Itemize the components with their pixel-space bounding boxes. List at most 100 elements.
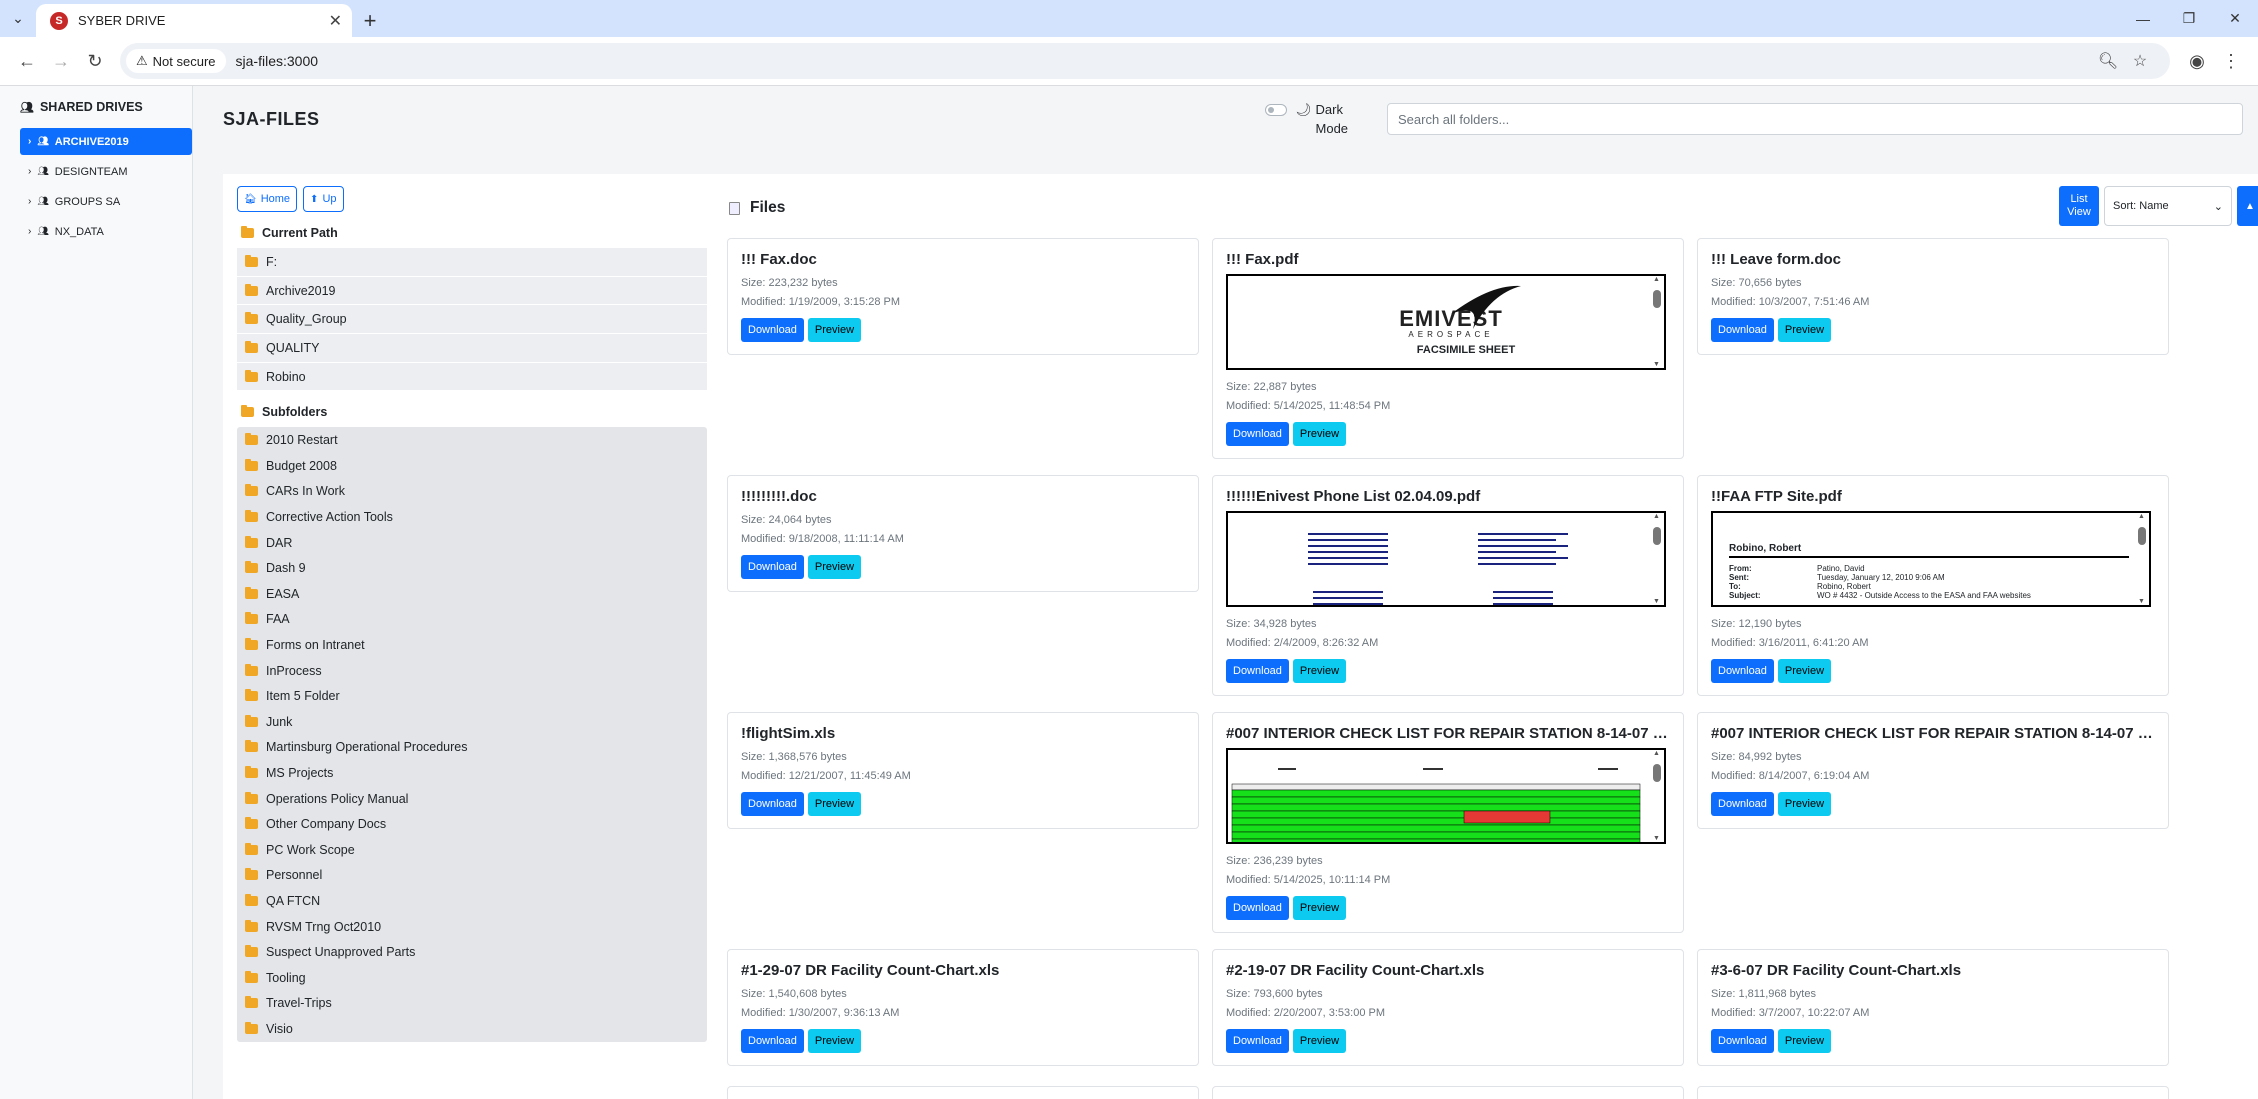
not-secure-badge[interactable]: ⚠ Not secure bbox=[126, 49, 226, 73]
preview-button[interactable]: Preview bbox=[1292, 1029, 1347, 1053]
file-card[interactable]: !!!!!!Enivest Phone List 02.04.09.pdf Siz… bbox=[1212, 475, 1684, 696]
chevron-right-icon[interactable]: › bbox=[28, 136, 31, 147]
file-card[interactable]: #007 INTERIOR CHECK LIST FOR REPAIR STAT… bbox=[1697, 712, 2169, 829]
preview-scroll-thumb[interactable] bbox=[1653, 764, 1661, 782]
sort-select[interactable]: Sort: Name ⌄ bbox=[2104, 186, 2232, 226]
download-button[interactable]: Download bbox=[1226, 896, 1289, 920]
file-name[interactable]: !!FAA FTP Site.pdf bbox=[1711, 488, 2155, 505]
subfolder-item[interactable]: Dash 9 bbox=[237, 555, 707, 581]
list-view-button[interactable]: List View bbox=[2059, 186, 2099, 226]
profile-icon[interactable]: ◉ bbox=[2180, 44, 2214, 78]
chevron-right-icon[interactable]: › bbox=[28, 226, 31, 237]
file-name[interactable]: !!!!!!Enivest Phone List 02.04.09.pdf bbox=[1226, 488, 1670, 505]
chevron-right-icon[interactable]: › bbox=[28, 166, 31, 177]
subfolder-item[interactable]: InProcess bbox=[237, 658, 707, 684]
download-button[interactable]: Download bbox=[741, 792, 804, 816]
preview-button[interactable]: Preview bbox=[807, 1029, 862, 1053]
sidebar-item-groups-sa[interactable]: › 👥︎ GROUPS SA bbox=[20, 188, 192, 215]
preview-button[interactable]: Preview bbox=[1777, 792, 1832, 816]
download-button[interactable]: Download bbox=[741, 318, 804, 342]
preview-scroll-thumb[interactable] bbox=[2138, 527, 2146, 545]
file-card[interactable]: !!! Fax.doc Size: 223,232 bytes Modified: … bbox=[727, 238, 1199, 355]
file-name[interactable]: #3-6-07 DR Facility Count-Chart.xls bbox=[1711, 962, 2155, 979]
path-item[interactable]: F: bbox=[237, 248, 707, 277]
home-button[interactable]: 🏠︎ Home bbox=[237, 186, 298, 212]
subfolder-item[interactable]: QA FTCN bbox=[237, 888, 707, 914]
file-name[interactable]: !!!!!!!!!.doc bbox=[741, 488, 1185, 505]
path-item[interactable]: QUALITY bbox=[237, 334, 707, 363]
download-button[interactable]: Download bbox=[741, 1029, 804, 1053]
preview-scroll-thumb[interactable] bbox=[1653, 290, 1661, 308]
subfolder-item[interactable]: Martinsburg Operational Procedures bbox=[237, 735, 707, 761]
file-card[interactable]: !!! Fax.pdf EMIVEST AEROSPACE FACSIMILE SHE… bbox=[1212, 238, 1684, 459]
minimize-icon[interactable]: — bbox=[2120, 0, 2166, 37]
dark-mode-switch[interactable] bbox=[1265, 104, 1287, 116]
search-input[interactable]: Search all folders... bbox=[1387, 103, 2243, 135]
subfolder-item[interactable]: Personnel bbox=[237, 863, 707, 889]
browser-tab[interactable]: S SYBER DRIVE ✕ bbox=[36, 4, 352, 37]
subfolder-item[interactable]: Budget 2008 bbox=[237, 453, 707, 479]
sidebar-item-archive2019[interactable]: › 👥︎ ARCHIVE2019 bbox=[20, 128, 192, 155]
sidebar-item-designteam[interactable]: › 👥︎ DESIGNTEAM bbox=[20, 158, 192, 185]
subfolder-item[interactable]: PC Work Scope bbox=[237, 837, 707, 863]
file-name[interactable]: #007 INTERIOR CHECK LIST FOR REPAIR STAT… bbox=[1711, 725, 2155, 742]
file-card[interactable]: !!FAA FTP Site.pdf Robino, Robert From: Pat… bbox=[1697, 475, 2169, 696]
file-preview[interactable]: EMIVEST AEROSPACE FACSIMILE SHEET bbox=[1226, 274, 1666, 370]
download-button[interactable]: Download bbox=[1226, 1029, 1289, 1053]
download-button[interactable]: Download bbox=[1226, 659, 1289, 683]
download-button[interactable]: Download bbox=[741, 555, 804, 579]
file-card[interactable]: #2-19-07 DR Facility Count-Chart.xls Size… bbox=[1212, 949, 1684, 1066]
subfolder-item[interactable]: EASA bbox=[237, 581, 707, 607]
dark-mode-toggle[interactable]: 🌙︎ Dark Mode bbox=[1265, 100, 1387, 138]
sidebar-item-nx-data[interactable]: › 👥︎ NX_DATA bbox=[20, 218, 192, 245]
subfolder-item[interactable]: Corrective Action Tools bbox=[237, 504, 707, 530]
file-preview[interactable] bbox=[1226, 748, 1666, 844]
subfolder-item[interactable]: RVSM Trng Oct2010 bbox=[237, 914, 707, 940]
file-card[interactable]: #4-3-07 DR Facility Count-Chart.xls bbox=[727, 1086, 1199, 1099]
preview-scrollbar[interactable] bbox=[1650, 750, 1664, 842]
preview-button[interactable]: Preview bbox=[807, 555, 862, 579]
file-name[interactable]: !!! Leave form.doc bbox=[1711, 251, 2155, 268]
download-button[interactable]: Download bbox=[1711, 1029, 1774, 1053]
subfolder-item[interactable]: Item 5 Folder bbox=[237, 683, 707, 709]
preview-scrollbar[interactable] bbox=[1650, 513, 1664, 605]
subfolder-item[interactable]: MS Projects bbox=[237, 760, 707, 786]
window-close-icon[interactable]: ✕ bbox=[2212, 0, 2258, 37]
file-card[interactable]: #1-29-07 DR Facility Count-Chart.xls Size… bbox=[727, 949, 1199, 1066]
file-name[interactable]: #2-19-07 DR Facility Count-Chart.xls bbox=[1226, 962, 1670, 979]
tab-close-icon[interactable]: ✕ bbox=[329, 11, 342, 31]
preview-button[interactable]: Preview bbox=[1292, 659, 1347, 683]
preview-button[interactable]: Preview bbox=[1777, 1029, 1832, 1053]
download-button[interactable]: Download bbox=[1226, 422, 1289, 446]
download-button[interactable]: Download bbox=[1711, 318, 1774, 342]
subfolder-item[interactable]: Forms on Intranet bbox=[237, 632, 707, 658]
file-name[interactable]: !!! Fax.pdf bbox=[1226, 251, 1670, 268]
subfolder-item[interactable]: Operations Policy Manual bbox=[237, 786, 707, 812]
path-item[interactable]: Robino bbox=[237, 362, 707, 392]
forward-icon[interactable]: → bbox=[44, 44, 78, 78]
up-button[interactable]: ⬆ Up bbox=[303, 186, 344, 212]
preview-button[interactable]: Preview bbox=[807, 792, 862, 816]
subfolder-item[interactable]: FAA bbox=[237, 607, 707, 633]
subfolder-item[interactable]: Suspect Unapproved Parts bbox=[237, 939, 707, 965]
file-card[interactable]: !flightSim.xls Size: 1,368,576 bytes Modif… bbox=[727, 712, 1199, 829]
subfolder-item[interactable]: CARs In Work bbox=[237, 479, 707, 505]
download-button[interactable]: Download bbox=[1711, 659, 1774, 683]
file-card[interactable]: !!!!!!!!!.doc Size: 24,064 bytes Modified:… bbox=[727, 475, 1199, 592]
preview-button[interactable]: Preview bbox=[807, 318, 862, 342]
sort-direction-button[interactable]: ▲ bbox=[2237, 186, 2258, 226]
preview-button[interactable]: Preview bbox=[1292, 422, 1347, 446]
subfolder-item[interactable]: Tooling bbox=[237, 965, 707, 991]
subfolder-item[interactable]: DAR bbox=[237, 530, 707, 556]
preview-scroll-thumb[interactable] bbox=[1653, 527, 1661, 545]
file-preview[interactable]: Robino, Robert From: Patino, David Sent: Tue… bbox=[1711, 511, 2151, 607]
file-name[interactable]: !!! Fax.doc bbox=[741, 251, 1185, 268]
path-item[interactable]: Quality_Group bbox=[237, 305, 707, 335]
chevron-right-icon[interactable]: › bbox=[28, 196, 31, 207]
file-card[interactable]: #4-4-06 DR Savings.doc bbox=[1697, 1086, 2169, 1099]
subfolder-item[interactable]: Travel-Trips bbox=[237, 991, 707, 1017]
tab-search-chevron-icon[interactable]: ⌄ bbox=[0, 0, 36, 37]
file-card[interactable]: !!! Leave form.doc Size: 70,656 bytes Modi… bbox=[1697, 238, 2169, 355]
file-name[interactable]: !flightSim.xls bbox=[741, 725, 1185, 742]
new-tab-icon[interactable]: + bbox=[352, 4, 388, 37]
